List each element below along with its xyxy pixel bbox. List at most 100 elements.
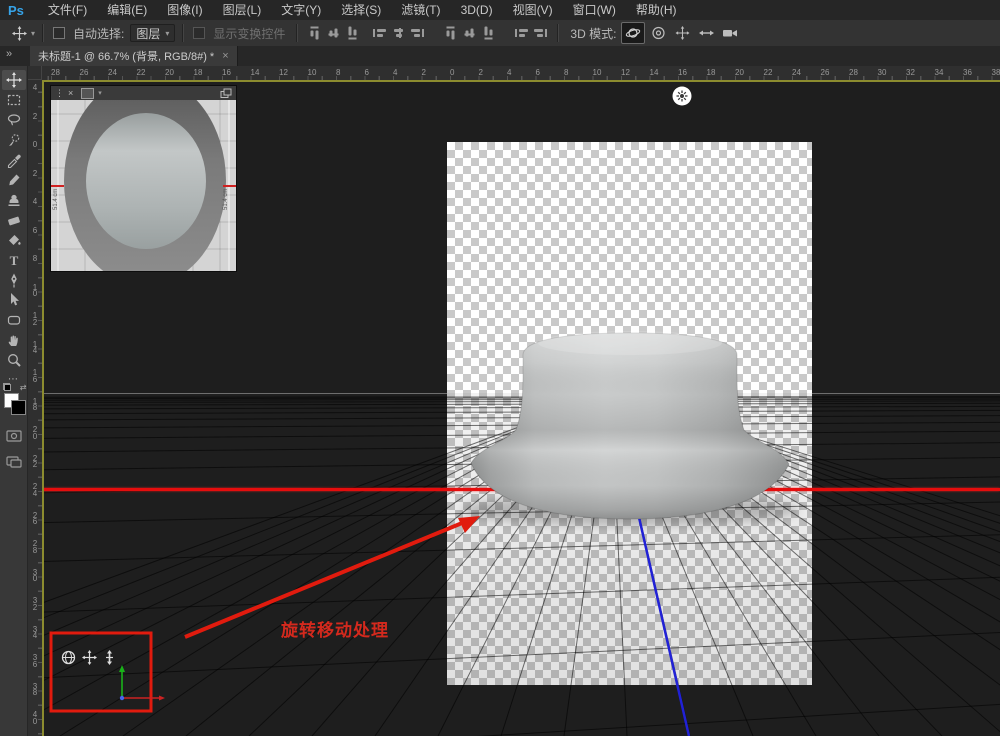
grip-icon: ⋮	[55, 88, 64, 99]
menu-select[interactable]: 选择(S)	[331, 0, 391, 20]
ruler-v-label: 1 2	[30, 313, 40, 326]
menu-view[interactable]: 视图(V)	[503, 0, 563, 20]
ruler-h-label: 38	[992, 68, 1000, 77]
canvas-viewport[interactable]: 旋转移动处理 ⋮ × ▾	[42, 80, 1000, 736]
swap-colors-icon[interactable]: ⇄	[20, 383, 27, 392]
distribute-left-icon[interactable]	[515, 29, 528, 37]
color-swatch-widget: ⇄	[2, 393, 26, 419]
ruler-h-label: 20	[165, 68, 174, 77]
secondary-view-content[interactable]: 51.4 cm 51.4 cm	[51, 100, 236, 271]
object-top-view-inner	[86, 113, 206, 249]
rectangular-marquee-tool[interactable]	[2, 90, 26, 110]
ruler-corner	[28, 66, 42, 80]
menu-edit[interactable]: 编辑(E)	[97, 0, 157, 20]
align-center-icon[interactable]	[392, 29, 405, 37]
3d-pan-mode-button[interactable]	[671, 23, 693, 43]
quick-selection-tool[interactable]	[2, 130, 26, 150]
menu-bar: Ps 文件(F) 编辑(E) 图像(I) 图层(L) 文字(Y) 选择(S) 滤…	[0, 0, 1000, 21]
hand-tool-icon	[6, 332, 22, 348]
menu-window[interactable]: 窗口(W)	[563, 0, 626, 20]
document-tab[interactable]: 未标题-1 @ 66.7% (背景, RGB/8#) * ×	[30, 46, 238, 66]
menu-filter[interactable]: 滤镜(T)	[391, 0, 450, 20]
background-color-swatch[interactable]	[11, 400, 26, 415]
ruler-h-label: 6	[536, 68, 540, 77]
horizontal-ruler[interactable]: 2826242220181614121086420246810121416182…	[42, 66, 1000, 80]
ruler-h-label: 2	[479, 68, 483, 77]
show-transform-label: 显示变换控件	[213, 25, 285, 42]
paint-bucket-tool[interactable]	[2, 230, 26, 250]
dolly-widget-icon[interactable]	[103, 650, 116, 665]
brush-tool[interactable]	[2, 170, 26, 190]
default-colors-icon[interactable]	[3, 383, 11, 391]
menu-type[interactable]: 文字(Y)	[271, 0, 331, 20]
photoshop-window: { "app": { "logo_text": "Ps" }, "menu_ba…	[0, 0, 1000, 736]
brush-tool-icon	[6, 172, 22, 188]
hand-tool[interactable]	[2, 330, 26, 350]
shape-tool[interactable]	[2, 310, 26, 330]
3d-roll-mode-button[interactable]	[647, 23, 669, 43]
distribute-bottom-icon[interactable]	[485, 27, 493, 40]
menu-help[interactable]: 帮助(H)	[626, 0, 687, 20]
type-tool[interactable]: T	[2, 250, 26, 270]
zoom-tool[interactable]	[2, 350, 26, 370]
align-bottom-icon[interactable]	[349, 27, 357, 40]
secondary-view-titlebar[interactable]: ⋮ × ▾	[51, 86, 236, 100]
menu-image[interactable]: 图像(I)	[157, 0, 212, 20]
align-right-icon[interactable]	[411, 29, 424, 37]
move-tool[interactable]	[2, 70, 26, 90]
distribute-right-icon[interactable]	[534, 29, 547, 37]
orbit-widget-icon[interactable]	[61, 650, 76, 665]
view-select-caret-icon[interactable]: ▾	[98, 89, 102, 97]
ruler-h-label: 16	[678, 68, 687, 77]
pan-widget-icon[interactable]	[82, 650, 97, 665]
ruler-h-label: 22	[137, 68, 146, 77]
current-tool-badge[interactable]: ▾	[12, 26, 35, 41]
collapse-dock-chevron-icon[interactable]: »	[6, 48, 12, 60]
screen-mode-button[interactable]	[2, 453, 26, 471]
align-top-icon[interactable]	[311, 27, 319, 40]
align-left-icon[interactable]	[373, 29, 386, 37]
photoshop-logo: Ps	[8, 3, 24, 18]
ruler-h-label: 10	[308, 68, 317, 77]
ruler-v-label: 1 4	[30, 342, 40, 355]
lasso-tool[interactable]	[2, 110, 26, 130]
menu-layer[interactable]: 图层(L)	[213, 0, 272, 20]
3d-light-widget[interactable]	[671, 85, 693, 107]
align-middle-icon[interactable]	[330, 27, 338, 40]
view-select-icon[interactable]	[81, 88, 94, 99]
ruler-v-label: 3 4	[30, 627, 40, 640]
vertical-ruler[interactable]: 42024681 01 21 41 61 82 02 22 42 62 83 0…	[28, 80, 42, 736]
ruler-v-label: 4 0	[30, 712, 40, 725]
eyedropper-tool[interactable]	[2, 150, 26, 170]
secondary-view-close-icon[interactable]: ×	[68, 88, 73, 98]
swap-view-icon[interactable]	[220, 88, 232, 99]
distribute-middle-icon[interactable]	[466, 27, 474, 40]
3d-dolly-mode-button[interactable]	[719, 23, 741, 43]
ruler-h-label: 26	[821, 68, 830, 77]
ruler-h-label: 16	[222, 68, 231, 77]
rounded-rectangle-icon	[6, 312, 22, 328]
pen-tool[interactable]	[2, 270, 26, 290]
ruler-h-label: 32	[906, 68, 915, 77]
path-selection-tool[interactable]	[2, 290, 26, 310]
auto-select-checkbox[interactable]	[53, 27, 65, 39]
distribute-top-icon[interactable]	[447, 27, 455, 40]
show-transform-checkbox[interactable]	[193, 27, 205, 39]
clone-stamp-tool[interactable]	[2, 190, 26, 210]
annotation-note-text: 旋转移动处理	[281, 616, 389, 641]
eyedropper-tool-icon	[6, 152, 22, 168]
tab-close-icon[interactable]: ×	[222, 50, 228, 62]
ruler-v-label: 2 6	[30, 513, 40, 526]
auto-select-dropdown[interactable]: 图层 ▾	[130, 24, 175, 42]
quick-mask-button[interactable]	[2, 427, 26, 445]
menu-file[interactable]: 文件(F)	[38, 0, 97, 20]
axis-tick-right	[223, 185, 236, 187]
3d-orbit-mode-button[interactable]	[621, 22, 645, 44]
dolly-camera-3d-icon	[722, 27, 738, 39]
menu-3d[interactable]: 3D(D)	[451, 0, 503, 20]
ruler-h-label: 28	[849, 68, 858, 77]
separator	[557, 24, 559, 42]
eraser-tool[interactable]	[2, 210, 26, 230]
type-tool-icon: T	[6, 252, 22, 268]
3d-slide-mode-button[interactable]	[695, 23, 717, 43]
